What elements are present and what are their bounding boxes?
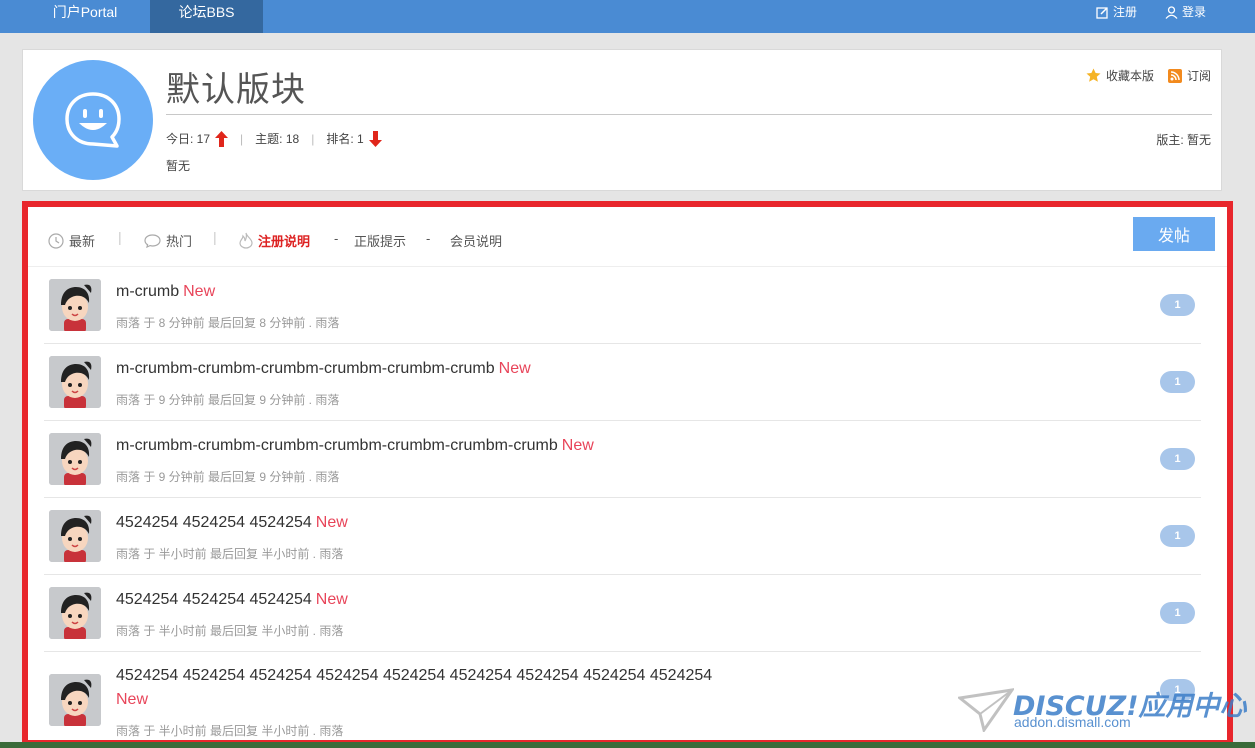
watermark: DISCUZ!应用中心 addon.dismall.com: [958, 684, 1248, 734]
moderator-info: 版主: 暂无: [1156, 133, 1211, 147]
reply-count-badge: 1: [1160, 294, 1195, 316]
thread-title-text: m-crumb: [116, 283, 180, 300]
arrow-up-icon: [215, 130, 229, 147]
thread-meta: 雨落 于 9 分钟前 最后回复 9 分钟前 . 雨落: [116, 393, 340, 407]
reply-count-badge: 1: [1160, 525, 1195, 547]
tab-register-notice[interactable]: 注册说明: [239, 231, 310, 250]
thread-row[interactable]: m-crumb New 雨落 于 8 分钟前 最后回复 8 分钟前 . 雨落 1: [44, 267, 1201, 344]
top-navbar: 门户Portal 论坛BBS 注册 登录: [0, 0, 1255, 33]
rss-icon: [1167, 68, 1182, 83]
subscribe-link[interactable]: 订阅: [1167, 67, 1211, 84]
separator: |: [311, 131, 315, 146]
topic-count: 主题: 18: [255, 132, 300, 146]
forum-actions: 收藏本版 订阅: [1086, 67, 1211, 84]
thread-title-text: 4524254 4524254 4524254: [116, 591, 312, 608]
thread-meta: 雨落 于 半小时前 最后回复 半小时前 . 雨落: [116, 724, 344, 738]
tab-genuine-notice-label: 正版提示: [354, 234, 407, 249]
thread-row[interactable]: m-crumbm-crumbm-crumbm-crumbm-crumbm-cru…: [44, 421, 1201, 498]
tab-latest[interactable]: 最新: [48, 231, 95, 250]
thread-list-panel: 最新 | 热门 | 注册说明 - 正版提示 - 会员说明 发帖 m-crumb N…: [22, 201, 1233, 746]
login-label: 登录: [1182, 5, 1207, 19]
thread-title[interactable]: 4524254 4524254 4524254 4524254 4524254 …: [116, 664, 766, 712]
new-badge: New: [561, 437, 594, 454]
watermark-url: addon.dismall.com: [1014, 714, 1131, 730]
user-icon: [1165, 5, 1178, 19]
separator: |: [240, 131, 244, 146]
user-avatar[interactable]: [49, 433, 101, 485]
register-label: 注册: [1113, 5, 1138, 19]
edit-icon: [1096, 6, 1108, 19]
thread-row[interactable]: 4524254 4524254 4524254 New 雨落 于 半小时前 最后回复…: [44, 498, 1201, 575]
thread-meta: 雨落 于 半小时前 最后回复 半小时前 . 雨落: [116, 547, 344, 561]
rank: 排名: 1: [326, 132, 364, 146]
reply-count-badge: 1: [1160, 371, 1195, 393]
thread-title-text: 4524254 4524254 4524254 4524254 4524254 …: [116, 667, 713, 684]
thread-row[interactable]: 4524254 4524254 4524254 New 雨落 于 半小时前 最后回复…: [44, 575, 1201, 652]
tab-genuine-notice[interactable]: 正版提示: [354, 231, 406, 250]
new-badge: New: [315, 591, 348, 608]
register-link[interactable]: 注册: [1096, 0, 1137, 24]
new-badge: New: [183, 283, 216, 300]
login-link[interactable]: 登录: [1165, 0, 1206, 24]
fire-icon: [239, 232, 253, 249]
user-avatar[interactable]: [49, 510, 101, 562]
clock-icon: [48, 232, 64, 249]
user-avatar[interactable]: [49, 356, 101, 408]
today-count: 今日: 17: [166, 132, 211, 146]
reply-count-badge: 1: [1160, 602, 1195, 624]
tab-hot-label: 热门: [166, 234, 193, 249]
smiley-chat-icon: [65, 92, 121, 148]
forum-description: 暂无: [166, 159, 191, 173]
nav-tab-bbs[interactable]: 论坛BBS: [150, 0, 263, 33]
thread-title[interactable]: m-crumbm-crumbm-crumbm-crumbm-crumbm-cru…: [116, 360, 531, 378]
thread-meta: 雨落 于 半小时前 最后回复 半小时前 . 雨落: [116, 624, 344, 638]
new-badge: New: [116, 691, 149, 708]
forum-title: 默认版块: [166, 70, 306, 110]
bottom-strip: [0, 742, 1255, 748]
subscribe-label: 订阅: [1186, 69, 1211, 83]
thread-title[interactable]: 4524254 4524254 4524254 New: [116, 591, 348, 609]
star-icon: [1086, 68, 1101, 82]
forum-avatar: [33, 60, 153, 180]
new-post-button[interactable]: 发帖: [1133, 217, 1215, 251]
new-badge: New: [315, 514, 348, 531]
tab-member-notice[interactable]: 会员说明: [450, 231, 502, 250]
favorite-label: 收藏本版: [1105, 69, 1154, 83]
new-badge: New: [498, 360, 531, 377]
tab-latest-label: 最新: [69, 234, 96, 249]
thread-title[interactable]: 4524254 4524254 4524254 New: [116, 514, 348, 532]
tab-hot[interactable]: 热门: [144, 231, 192, 250]
nav-tab-portal[interactable]: 门户Portal: [30, 0, 140, 33]
reply-count-badge: 1: [1160, 448, 1195, 470]
tab-member-notice-label: 会员说明: [450, 234, 503, 249]
thread-title-text: 4524254 4524254 4524254: [116, 514, 312, 531]
thread-meta: 雨落 于 9 分钟前 最后回复 9 分钟前 . 雨落: [116, 470, 340, 484]
comment-icon: [144, 233, 161, 248]
tab-register-notice-label: 注册说明: [258, 234, 311, 249]
user-avatar[interactable]: [49, 587, 101, 639]
user-avatar[interactable]: [49, 279, 101, 331]
thread-meta: 雨落 于 8 分钟前 最后回复 8 分钟前 . 雨落: [116, 316, 340, 330]
paper-plane-icon: [958, 688, 1014, 732]
separator-dash: -: [334, 231, 339, 246]
separator: |: [118, 229, 122, 245]
thread-title-text: m-crumbm-crumbm-crumbm-crumbm-crumbm-cru…: [116, 360, 495, 377]
separator-dash: -: [426, 231, 431, 246]
forum-header: 默认版块 今日: 17 | 主题: 18 | 排名: 1 暂无 收藏本版 订阅 …: [22, 49, 1222, 191]
separator: |: [213, 229, 217, 245]
arrow-down-icon: [368, 130, 382, 147]
favorite-link[interactable]: 收藏本版: [1086, 67, 1154, 84]
thread-title[interactable]: m-crumb New: [116, 283, 215, 301]
thread-title-text: m-crumbm-crumbm-crumbm-crumbm-crumbm-cru…: [116, 437, 558, 454]
thread-row[interactable]: m-crumbm-crumbm-crumbm-crumbm-crumbm-cru…: [44, 344, 1201, 421]
user-avatar[interactable]: [49, 674, 101, 726]
forum-stats: 今日: 17 | 主题: 18 | 排名: 1: [166, 130, 382, 147]
divider: [166, 114, 1212, 115]
list-tabs: 最新 | 热门 | 注册说明 - 正版提示 - 会员说明 发帖: [28, 207, 1227, 267]
thread-title[interactable]: m-crumbm-crumbm-crumbm-crumbm-crumbm-cru…: [116, 437, 594, 455]
